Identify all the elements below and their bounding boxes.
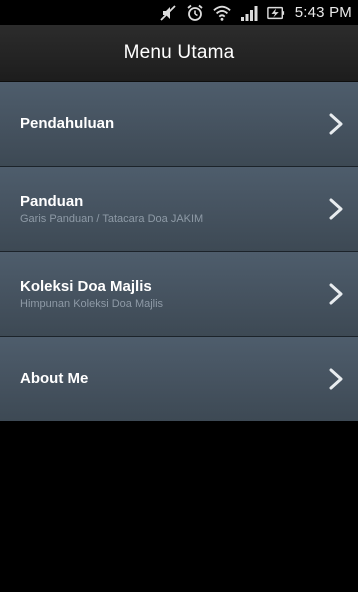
menu-item-panduan[interactable]: Panduan Garis Panduan / Tatacara Doa JAK…: [0, 167, 358, 252]
wifi-icon: [213, 4, 231, 22]
app-screen: 5:43 PM Menu Utama Pendahuluan Panduan G…: [0, 0, 358, 592]
menu-item-label: Panduan: [20, 192, 84, 210]
chevron-right-icon: [329, 368, 343, 390]
menu-item-sublabel: Garis Panduan / Tatacara Doa JAKIM: [20, 212, 204, 225]
status-clock: 5:43 PM: [294, 4, 352, 21]
menu-item-koleksi-doa-majlis[interactable]: Koleksi Doa Majlis Himpunan Koleksi Doa …: [0, 252, 358, 337]
main-menu-list: Pendahuluan Panduan Garis Panduan / Tata…: [0, 82, 358, 421]
title-bar: Menu Utama: [0, 25, 358, 82]
page-title: Menu Utama: [123, 42, 235, 63]
signal-icon: [240, 4, 258, 22]
empty-background: [0, 424, 358, 592]
battery-charging-icon: [266, 4, 285, 22]
alarm-icon: [186, 4, 204, 22]
chevron-right-icon: [329, 283, 343, 305]
menu-item-about-me[interactable]: About Me: [0, 337, 358, 421]
chevron-right-icon: [329, 198, 343, 220]
menu-item-pendahuluan[interactable]: Pendahuluan: [0, 82, 358, 167]
menu-item-label: Pendahuluan: [20, 115, 115, 132]
status-bar: 5:43 PM: [0, 0, 358, 25]
menu-item-sublabel: Himpunan Koleksi Doa Majlis: [20, 297, 164, 310]
mute-icon: [159, 4, 177, 22]
menu-item-label: Koleksi Doa Majlis: [20, 277, 152, 295]
menu-item-label: About Me: [20, 370, 89, 387]
chevron-right-icon: [329, 113, 343, 135]
